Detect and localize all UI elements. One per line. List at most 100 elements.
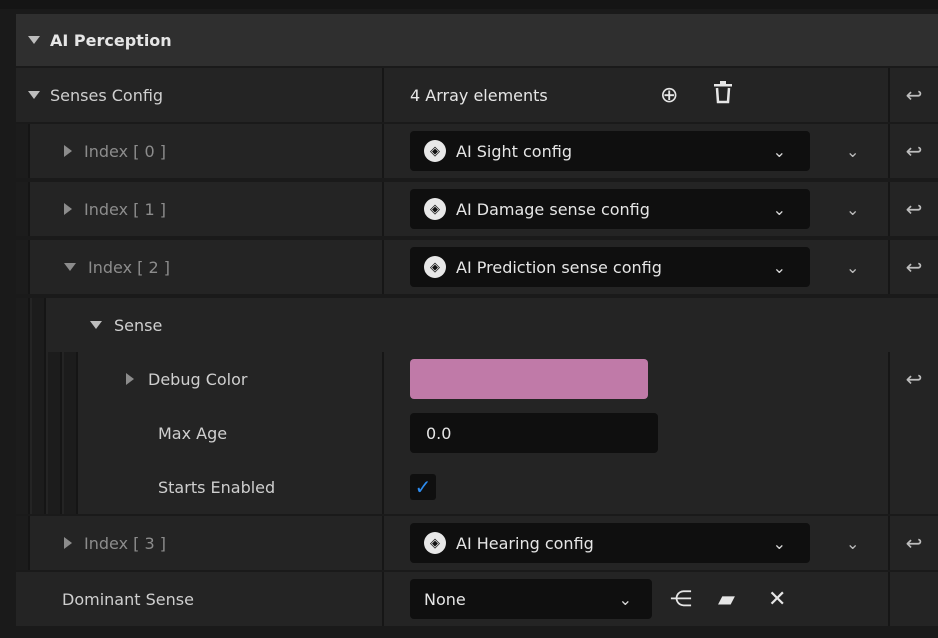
chevron-down-icon: ⌄ xyxy=(772,533,786,553)
chevron-down-icon[interactable]: ⌄ xyxy=(846,534,859,553)
expand-arrow-icon[interactable] xyxy=(126,373,134,385)
index-label: Index [ 1 ] xyxy=(84,199,166,219)
collapse-arrow-icon[interactable] xyxy=(90,321,102,329)
expand-arrow-icon[interactable] xyxy=(64,537,72,549)
cube-icon: ◈ xyxy=(424,256,446,278)
chevron-down-icon: ⌄ xyxy=(772,257,786,277)
column-divider xyxy=(888,572,890,626)
index-0-name-cell: Index [ 0 ] xyxy=(34,124,382,178)
senses-config-label: Senses Config xyxy=(50,85,164,105)
index-label: Index [ 3 ] xyxy=(84,533,166,553)
dominant-sense-dropdown[interactable]: None ⌄ xyxy=(410,579,652,619)
index-1-value-cell: ◈ AI Damage sense config ⌄ ⌄ xyxy=(384,182,880,236)
sense-row: Sense xyxy=(16,298,938,352)
column-divider xyxy=(888,460,890,514)
dropdown-value: AI Hearing config xyxy=(456,533,594,553)
cube-icon: ◈ xyxy=(424,198,446,220)
indent-guide xyxy=(64,460,78,514)
index-0-value-cell: ◈ AI Sight config ⌄ ⌄ xyxy=(384,124,880,178)
array-count-text: 4 Array elements xyxy=(410,85,548,105)
indent-guide xyxy=(48,352,62,406)
starts-enabled-label: Starts Enabled xyxy=(158,477,276,497)
index-0-row: Index [ 0 ] ◈ AI Sight config ⌄ ⌄ ↩ xyxy=(16,124,938,178)
browse-folder-icon[interactable]: ▰ xyxy=(718,587,735,612)
trash-icon[interactable] xyxy=(712,80,734,110)
index-3-name-cell: Index [ 3 ] xyxy=(34,516,382,570)
reset-to-default-icon[interactable]: ↩ xyxy=(890,352,938,406)
indent-guide xyxy=(16,298,30,352)
chevron-down-icon: ⌄ xyxy=(772,141,786,161)
expand-arrow-icon[interactable] xyxy=(64,203,72,215)
max-age-input[interactable]: 0.0 xyxy=(410,413,658,453)
index-2-row: Index [ 2 ] ◈ AI Prediction sense config… xyxy=(16,240,938,294)
reset-to-default-icon[interactable]: ↩ xyxy=(890,68,938,122)
chevron-down-icon[interactable]: ⌄ xyxy=(846,142,859,161)
indent-guide xyxy=(32,352,46,406)
sense-config-dropdown[interactable]: ◈ AI Sight config ⌄ xyxy=(410,131,810,171)
plus-circle-icon[interactable]: ⊕ xyxy=(660,83,678,108)
index-3-value-cell: ◈ AI Hearing config ⌄ ⌄ xyxy=(384,516,880,570)
dropdown-value: AI Damage sense config xyxy=(456,199,650,219)
expand-arrow-icon[interactable] xyxy=(28,91,40,99)
collapse-arrow-icon[interactable] xyxy=(64,263,76,271)
indent-guide xyxy=(16,182,30,236)
max-age-name-cell: Max Age xyxy=(80,406,382,460)
dominant-sense-row: Dominant Sense None ⌄ ⋲ ▰ ✕ xyxy=(16,572,938,626)
index-3-row: Index [ 3 ] ◈ AI Hearing config ⌄ ⌄ ↩ xyxy=(16,516,938,570)
debug-color-label: Debug Color xyxy=(148,369,248,389)
expand-arrow-icon[interactable] xyxy=(64,145,72,157)
sense-config-dropdown[interactable]: ◈ AI Prediction sense config ⌄ xyxy=(410,247,810,287)
indent-guide xyxy=(16,240,30,294)
cube-icon: ◈ xyxy=(424,532,446,554)
index-2-value-cell: ◈ AI Prediction sense config ⌄ ⌄ xyxy=(384,240,880,294)
debug-color-row: Debug Color ↩ xyxy=(16,352,938,406)
column-divider xyxy=(888,406,890,460)
debug-color-value-cell xyxy=(384,352,880,406)
use-selected-icon[interactable]: ⋲ xyxy=(670,587,692,612)
sense-config-dropdown[interactable]: ◈ AI Damage sense config ⌄ xyxy=(410,189,810,229)
color-swatch[interactable] xyxy=(410,359,648,399)
max-age-row: Max Age 0.0 xyxy=(16,406,938,460)
indent-guide xyxy=(64,406,78,460)
indent-guide xyxy=(16,124,30,178)
indent-guide xyxy=(16,352,30,406)
index-2-name-cell: Index [ 2 ] xyxy=(34,240,382,294)
starts-enabled-value-cell: ✓ xyxy=(384,460,880,514)
chevron-down-icon: ⌄ xyxy=(772,199,786,219)
index-1-row: Index [ 1 ] ◈ AI Damage sense config ⌄ ⌄… xyxy=(16,182,938,236)
reset-to-default-icon[interactable]: ↩ xyxy=(890,182,938,236)
indent-guide xyxy=(32,460,46,514)
max-age-value: 0.0 xyxy=(426,423,452,443)
dropdown-value: None xyxy=(424,589,466,609)
dropdown-value: AI Prediction sense config xyxy=(456,257,662,277)
category-header-ai-perception[interactable]: AI Perception xyxy=(16,14,938,66)
indent-guide xyxy=(16,516,30,570)
dominant-sense-label: Dominant Sense xyxy=(62,589,194,609)
max-age-value-cell: 0.0 xyxy=(384,406,880,460)
indent-guide xyxy=(64,352,78,406)
chevron-down-icon: ⌄ xyxy=(618,589,632,609)
senses-config-value-cell: 4 Array elements ⊕ xyxy=(384,68,880,122)
chevron-down-icon[interactable]: ⌄ xyxy=(846,258,859,277)
reset-to-default-icon[interactable]: ↩ xyxy=(890,240,938,294)
index-1-name-cell: Index [ 1 ] xyxy=(34,182,382,236)
max-age-label: Max Age xyxy=(158,423,228,443)
reset-to-default-icon[interactable]: ↩ xyxy=(890,124,938,178)
collapse-arrow-icon[interactable] xyxy=(28,36,40,44)
dropdown-value: AI Sight config xyxy=(456,141,572,161)
checkmark-icon: ✓ xyxy=(414,475,432,499)
sense-config-dropdown[interactable]: ◈ AI Hearing config ⌄ xyxy=(410,523,810,563)
indent-guide xyxy=(48,460,62,514)
reset-to-default-icon[interactable]: ↩ xyxy=(890,516,938,570)
chevron-down-icon[interactable]: ⌄ xyxy=(846,200,859,219)
category-title: AI Perception xyxy=(50,30,172,50)
starts-enabled-checkbox[interactable]: ✓ xyxy=(410,474,436,500)
indent-guide xyxy=(32,298,46,352)
dominant-sense-name-cell: Dominant Sense xyxy=(16,572,382,626)
clear-icon[interactable]: ✕ xyxy=(768,587,786,612)
indent-guide xyxy=(16,460,30,514)
sense-label: Sense xyxy=(114,315,163,335)
senses-config-name-cell: Senses Config xyxy=(16,68,382,122)
starts-enabled-row: Starts Enabled ✓ xyxy=(16,460,938,514)
dominant-sense-value-cell: None ⌄ ⋲ ▰ ✕ xyxy=(384,572,880,626)
